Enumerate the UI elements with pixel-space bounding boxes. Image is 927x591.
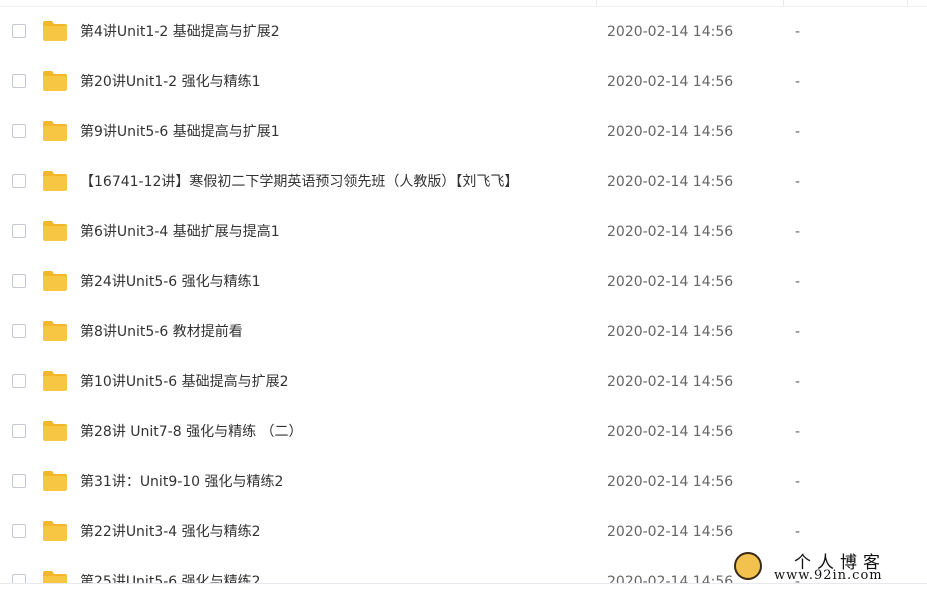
file-name[interactable]: 第24讲Unit5-6 强化与精练1 xyxy=(80,257,261,307)
file-name[interactable]: 第28讲 Unit7-8 强化与精练 （二） xyxy=(80,407,303,457)
checkbox-icon[interactable] xyxy=(12,424,26,438)
watermark-avatar-icon xyxy=(734,552,762,580)
checkbox-icon[interactable] xyxy=(12,224,26,238)
folder-icon xyxy=(42,570,68,584)
file-name[interactable]: 【16741-12讲】寒假初二下学期英语预习领先班（人教版）【刘飞飞】 xyxy=(80,157,518,207)
file-row[interactable]: 第20讲Unit1-2 强化与精练1 2020-02-14 14:56 - xyxy=(0,57,927,107)
file-date: 2020-02-14 14:56 xyxy=(607,124,734,140)
file-date: 2020-02-14 14:56 xyxy=(607,74,734,90)
file-name[interactable]: 第25讲Unit5-6 强化与精练2 xyxy=(80,557,261,584)
watermark: 个人博客 www.92in.com xyxy=(732,548,922,584)
file-row[interactable]: 第10讲Unit5-6 基础提高与扩展2 2020-02-14 14:56 - xyxy=(0,357,927,407)
checkbox-icon[interactable] xyxy=(12,174,26,188)
file-date: 2020-02-14 14:56 xyxy=(607,524,734,540)
column-divider-size xyxy=(783,0,784,6)
file-name[interactable]: 第9讲Unit5-6 基础提高与扩展1 xyxy=(80,107,280,157)
file-size: - xyxy=(795,74,801,90)
file-name[interactable]: 第31讲：Unit9-10 强化与精练2 xyxy=(80,457,283,507)
folder-icon xyxy=(42,420,68,442)
file-name[interactable]: 第4讲Unit1-2 基础提高与扩展2 xyxy=(80,7,280,57)
folder-icon xyxy=(42,120,68,142)
checkbox-icon[interactable] xyxy=(12,474,26,488)
file-list: 第4讲Unit1-2 基础提高与扩展2 2020-02-14 14:56- 第20讲… xyxy=(0,7,927,584)
file-size: - xyxy=(795,274,801,290)
checkbox-icon[interactable] xyxy=(12,124,26,138)
checkbox-icon[interactable] xyxy=(12,274,26,288)
checkbox-icon[interactable] xyxy=(12,74,26,88)
folder-icon xyxy=(42,520,68,542)
file-date: 2020-02-14 14:56 xyxy=(607,474,734,490)
file-row[interactable]: 第9讲Unit5-6 基础提高与扩展1 2020-02-14 14:56 - xyxy=(0,107,927,157)
folder-icon xyxy=(42,320,68,342)
file-name[interactable]: 第22讲Unit3-4 强化与精练2 xyxy=(80,507,261,557)
file-date: 2020-02-14 14:56 xyxy=(607,24,734,40)
file-row[interactable]: 第6讲Unit3-4 基础扩展与提高1 2020-02-14 14:56 - xyxy=(0,207,927,257)
file-date: 2020-02-14 14:56 xyxy=(607,424,734,440)
file-name[interactable]: 第6讲Unit3-4 基础扩展与提高1 xyxy=(80,207,280,257)
folder-icon xyxy=(42,470,68,492)
file-size: - xyxy=(795,174,801,190)
file-row[interactable]: 【16741-12讲】寒假初二下学期英语预习领先班（人教版）【刘飞飞】 2020-… xyxy=(0,157,927,207)
file-date: 2020-02-14 14:56 xyxy=(607,274,734,290)
file-date: 2020-02-14 14:56 xyxy=(607,574,734,584)
file-size: - xyxy=(795,124,801,140)
file-size: - xyxy=(795,24,801,40)
checkbox-icon[interactable] xyxy=(12,24,26,38)
file-name[interactable]: 第8讲Unit5-6 教材提前看 xyxy=(80,307,243,357)
file-date: 2020-02-14 14:56 xyxy=(607,224,734,240)
watermark-url: www.92in.com xyxy=(774,568,883,583)
folder-icon xyxy=(42,270,68,292)
folder-icon xyxy=(42,220,68,242)
file-row[interactable]: 第24讲Unit5-6 强化与精练1 2020-02-14 14:56 - xyxy=(0,257,927,307)
checkbox-icon[interactable] xyxy=(12,374,26,388)
file-date: 2020-02-14 14:56 xyxy=(607,324,734,340)
file-row[interactable]: 第28讲 Unit7-8 强化与精练 （二） 2020-02-14 14:56 - xyxy=(0,407,927,457)
file-size: - xyxy=(795,424,801,440)
folder-icon xyxy=(42,70,68,92)
header-divider xyxy=(0,0,927,7)
folder-icon xyxy=(42,170,68,192)
folder-icon xyxy=(42,20,68,42)
file-size: - xyxy=(795,224,801,240)
file-row[interactable]: 第4讲Unit1-2 基础提高与扩展2 2020-02-14 14:56 - xyxy=(0,7,927,57)
file-name[interactable]: 第20讲Unit1-2 强化与精练1 xyxy=(80,57,261,107)
file-size: - xyxy=(795,474,801,490)
file-date: 2020-02-14 14:56 xyxy=(607,374,734,390)
file-date: 2020-02-14 14:56 xyxy=(607,174,734,190)
file-row[interactable]: 第31讲：Unit9-10 强化与精练2 2020-02-14 14:56 - xyxy=(0,457,927,507)
file-row[interactable]: 第8讲Unit5-6 教材提前看 2020-02-14 14:56 - xyxy=(0,307,927,357)
checkbox-icon[interactable] xyxy=(12,324,26,338)
checkbox-icon[interactable] xyxy=(12,524,26,538)
file-size: - xyxy=(795,374,801,390)
folder-icon xyxy=(42,370,68,392)
file-name[interactable]: 第10讲Unit5-6 基础提高与扩展2 xyxy=(80,357,289,407)
column-divider-date xyxy=(596,0,597,6)
column-divider-end xyxy=(907,0,908,6)
file-size: - xyxy=(795,324,801,340)
